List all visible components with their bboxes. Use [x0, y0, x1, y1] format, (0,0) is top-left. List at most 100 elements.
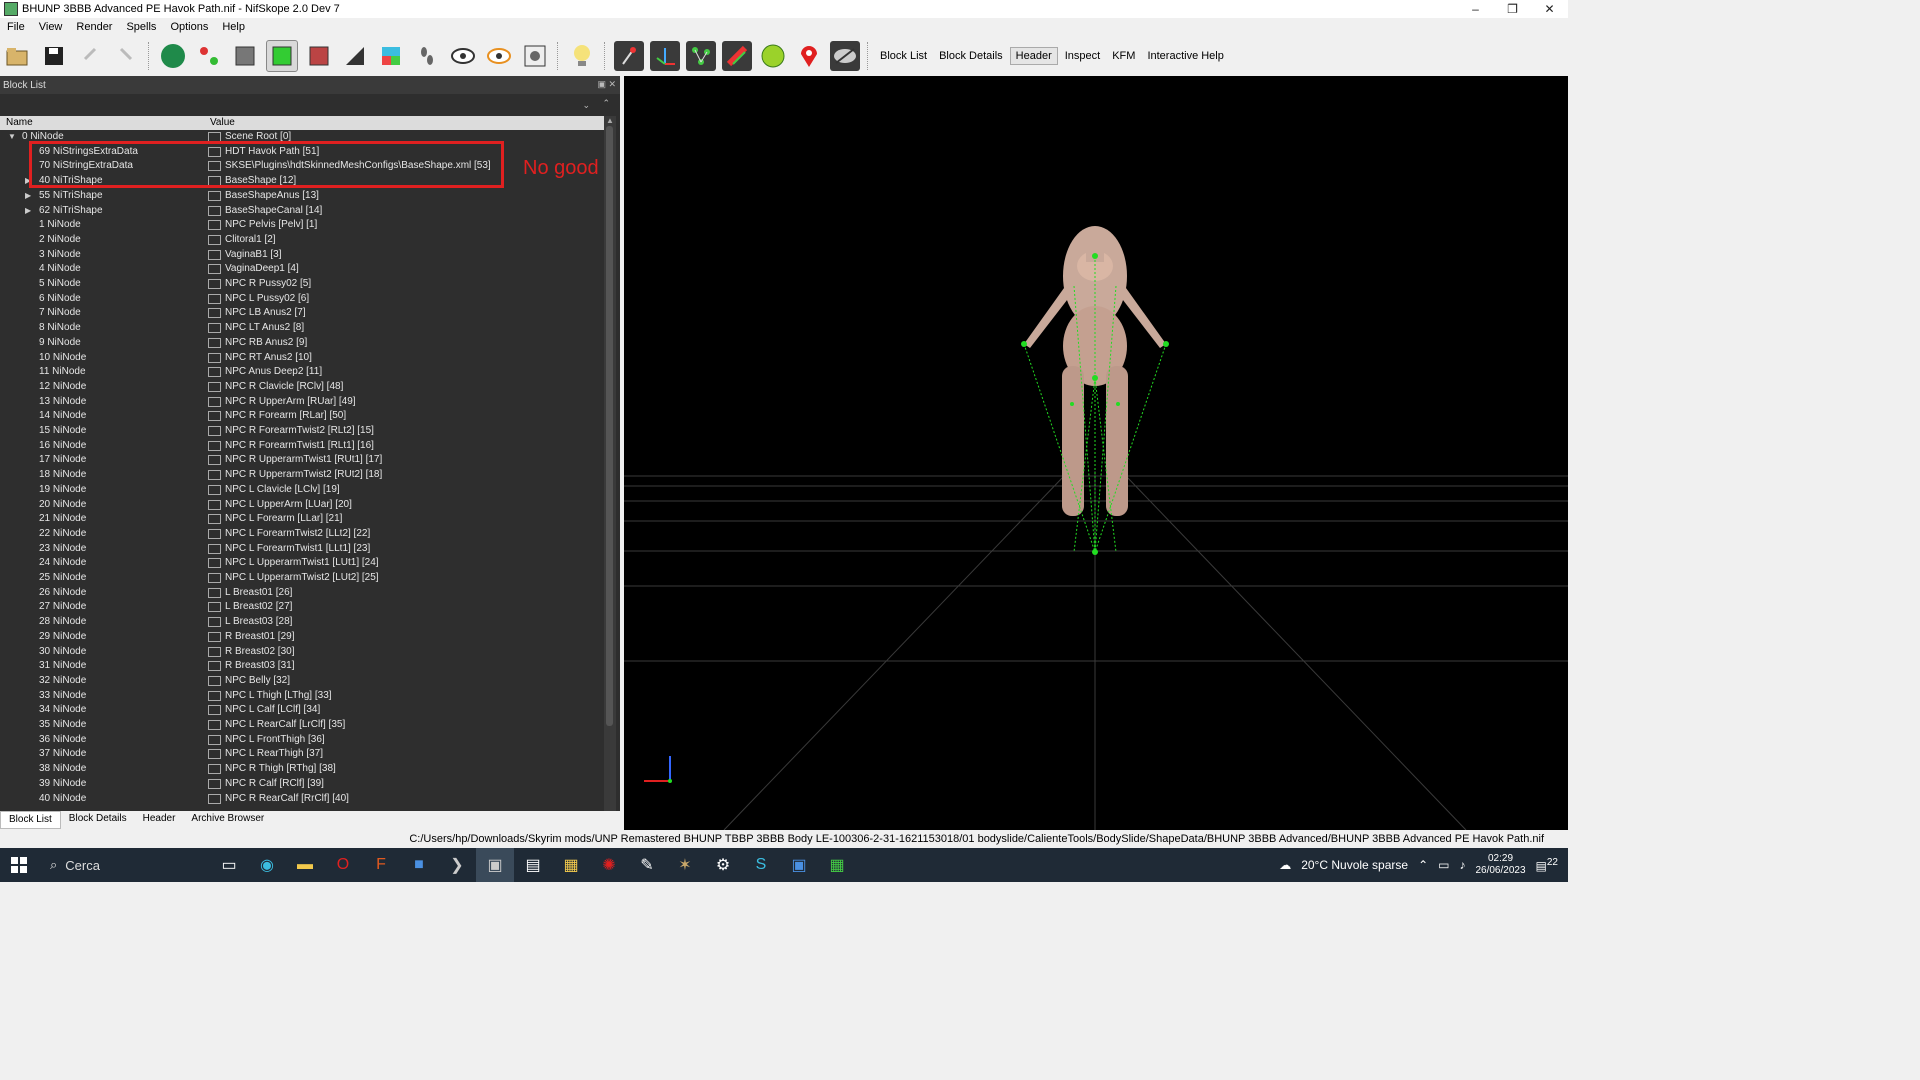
- tree-row[interactable]: 28 NiNode L Breast03 [28]: [0, 615, 604, 630]
- save-icon[interactable]: [39, 41, 69, 71]
- weather-text[interactable]: 20°C Nuvole sparse: [1301, 858, 1408, 872]
- expand-down-icon[interactable]: ▼: [8, 130, 16, 144]
- tree-row[interactable]: 37 NiNode NPC L RearThigh [37]: [0, 747, 604, 762]
- tree-row[interactable]: 13 NiNode NPC R UpperArm [RUar] [49]: [0, 395, 604, 410]
- map-marker-icon[interactable]: [794, 41, 824, 71]
- toolbar-header[interactable]: Header: [1009, 47, 1058, 65]
- expand-right-icon[interactable]: ▶: [25, 189, 31, 203]
- collapse-arrow-icon[interactable]: ⌄: [582, 100, 590, 111]
- menu-view[interactable]: View: [32, 21, 70, 33]
- tree-row[interactable]: 12 NiNode NPC R Clavicle [RClv] [48]: [0, 380, 604, 395]
- edge-icon[interactable]: ◉: [248, 848, 286, 882]
- tree-row[interactable]: 35 NiNode NPC L RearCalf [LrClf] [35]: [0, 718, 604, 733]
- tree-row[interactable]: 40 NiNode NPC R RearCalf [RrClf] [40]: [0, 792, 604, 807]
- app-yellow-icon[interactable]: ▦: [552, 848, 590, 882]
- tree-row[interactable]: 38 NiNode NPC R Thigh [RThg] [38]: [0, 762, 604, 777]
- tree-row[interactable]: 4 NiNode VaginaDeep1 [4]: [0, 262, 604, 277]
- vertical-scrollbar[interactable]: ▲: [604, 116, 616, 811]
- tree-row[interactable]: 5 NiNode NPC R Pussy02 [5]: [0, 277, 604, 292]
- tree-row[interactable]: 6 NiNode NPC L Pussy02 [6]: [0, 292, 604, 307]
- tab-header[interactable]: Header: [135, 811, 184, 829]
- tree-row[interactable]: 36 NiNode NPC L FrontThigh [36]: [0, 733, 604, 748]
- expand-arrow-icon[interactable]: ⌃: [602, 98, 610, 109]
- tree-row[interactable]: ▶ 62 NiTriShape BaseShapeCanal [14]: [0, 204, 604, 219]
- nifskope-taskbar-icon[interactable]: ▣: [476, 848, 514, 882]
- tree-row[interactable]: 16 NiNode NPC R ForearmTwist1 [RLt1] [16]: [0, 439, 604, 454]
- tree-row[interactable]: 15 NiNode NPC R ForearmTwist2 [RLt2] [15]: [0, 424, 604, 439]
- taskbar-search[interactable]: ⌕ Cerca: [38, 848, 210, 882]
- hidden-eye-icon[interactable]: [830, 41, 860, 71]
- app-f-icon[interactable]: F: [362, 848, 400, 882]
- tree-row[interactable]: 19 NiNode NPC L Clavicle [LClv] [19]: [0, 483, 604, 498]
- toolbar-block-list[interactable]: Block List: [875, 48, 932, 64]
- tree-row[interactable]: 21 NiNode NPC L Forearm [LLar] [21]: [0, 512, 604, 527]
- network-icon[interactable]: ▭: [1438, 858, 1449, 872]
- half-shape-icon[interactable]: [340, 41, 370, 71]
- notification-icon[interactable]: ▤22: [1536, 857, 1558, 873]
- skype-icon[interactable]: S: [742, 848, 780, 882]
- lime-circle-icon[interactable]: [758, 41, 788, 71]
- redo-icon[interactable]: [111, 41, 141, 71]
- tree-row[interactable]: 7 NiNode NPC LB Anus2 [7]: [0, 306, 604, 321]
- camera-icon[interactable]: [520, 41, 550, 71]
- menu-render[interactable]: Render: [69, 21, 119, 33]
- green-box-icon[interactable]: [266, 40, 298, 72]
- windows-start-icon[interactable]: [0, 848, 38, 882]
- tree-row[interactable]: 23 NiNode NPC L ForearmTwist1 [LLt1] [23]: [0, 542, 604, 557]
- undo-icon[interactable]: [75, 41, 105, 71]
- clock[interactable]: 02:29 26/06/2023: [1475, 853, 1525, 877]
- app-steam-icon[interactable]: ⚙: [704, 848, 742, 882]
- volume-icon[interactable]: ♪: [1459, 858, 1465, 872]
- weather-icon[interactable]: ☁: [1279, 858, 1291, 872]
- tree-row[interactable]: 34 NiNode NPC L Calf [LClf] [34]: [0, 703, 604, 718]
- gradient-icon[interactable]: [722, 41, 752, 71]
- menu-spells[interactable]: Spells: [119, 21, 163, 33]
- expand-right-icon[interactable]: ▶: [25, 204, 31, 218]
- tree-row[interactable]: 39 NiNode NPC R Calf [RClf] [39]: [0, 777, 604, 792]
- footprints-icon[interactable]: [412, 41, 442, 71]
- eye-orange-icon[interactable]: [484, 41, 514, 71]
- select-object-icon[interactable]: [158, 41, 188, 71]
- app-green-icon[interactable]: ▦: [818, 848, 856, 882]
- tree-row[interactable]: 20 NiNode NPC L UpperArm [LUar] [20]: [0, 498, 604, 513]
- menu-options[interactable]: Options: [163, 21, 215, 33]
- file-explorer-icon[interactable]: ▬: [286, 848, 324, 882]
- app-feather-icon[interactable]: ✎: [628, 848, 666, 882]
- app-arrow-icon[interactable]: ❯: [438, 848, 476, 882]
- tree-row[interactable]: 10 NiNode NPC RT Anus2 [10]: [0, 351, 604, 366]
- render-viewport[interactable]: [624, 76, 1568, 830]
- tree-row[interactable]: 32 NiNode NPC Belly [32]: [0, 674, 604, 689]
- menu-file[interactable]: File: [0, 21, 32, 33]
- box-icon[interactable]: [230, 41, 260, 71]
- panel-float-close-icons[interactable]: ▣ ✕: [597, 79, 616, 90]
- maximize-button[interactable]: ❐: [1494, 0, 1531, 18]
- toolbar-inspect[interactable]: Inspect: [1060, 48, 1105, 64]
- minimize-button[interactable]: –: [1457, 0, 1494, 18]
- open-icon[interactable]: [3, 41, 33, 71]
- scroll-up-icon[interactable]: ▲: [604, 116, 616, 125]
- pin-icon[interactable]: [614, 41, 644, 71]
- app-dark-icon[interactable]: ▤: [514, 848, 552, 882]
- app-red-gear-icon[interactable]: ✺: [590, 848, 628, 882]
- close-button[interactable]: ✕: [1531, 0, 1568, 18]
- tree-row[interactable]: 27 NiNode L Breast02 [27]: [0, 600, 604, 615]
- menu-help[interactable]: Help: [215, 21, 252, 33]
- tree-row[interactable]: 8 NiNode NPC LT Anus2 [8]: [0, 321, 604, 336]
- tree-row[interactable]: 18 NiNode NPC R UpperarmTwist2 [RUt2] [18…: [0, 468, 604, 483]
- column-value[interactable]: Value: [210, 117, 235, 128]
- red-box-icon[interactable]: [304, 41, 334, 71]
- tree-row[interactable]: 14 NiNode NPC R Forearm [RLar] [50]: [0, 409, 604, 424]
- color-cube-icon[interactable]: [376, 41, 406, 71]
- tree-row[interactable]: 31 NiNode R Breast03 [31]: [0, 659, 604, 674]
- tree-row[interactable]: 2 NiNode Clitoral1 [2]: [0, 233, 604, 248]
- app-window-icon[interactable]: ▣: [780, 848, 818, 882]
- nodes-icon[interactable]: [686, 41, 716, 71]
- tree-row[interactable]: 33 NiNode NPC L Thigh [LThg] [33]: [0, 689, 604, 704]
- task-view-icon[interactable]: ▭: [210, 848, 248, 882]
- tree-row[interactable]: 1 NiNode NPC Pelvis [Pelv] [1]: [0, 218, 604, 233]
- app-blue-icon[interactable]: ■: [400, 848, 438, 882]
- scrollbar-thumb[interactable]: [606, 126, 613, 726]
- tab-archive-browser[interactable]: Archive Browser: [183, 811, 272, 829]
- tab-block-details[interactable]: Block Details: [61, 811, 135, 829]
- tree-row[interactable]: 30 NiNode R Breast02 [30]: [0, 645, 604, 660]
